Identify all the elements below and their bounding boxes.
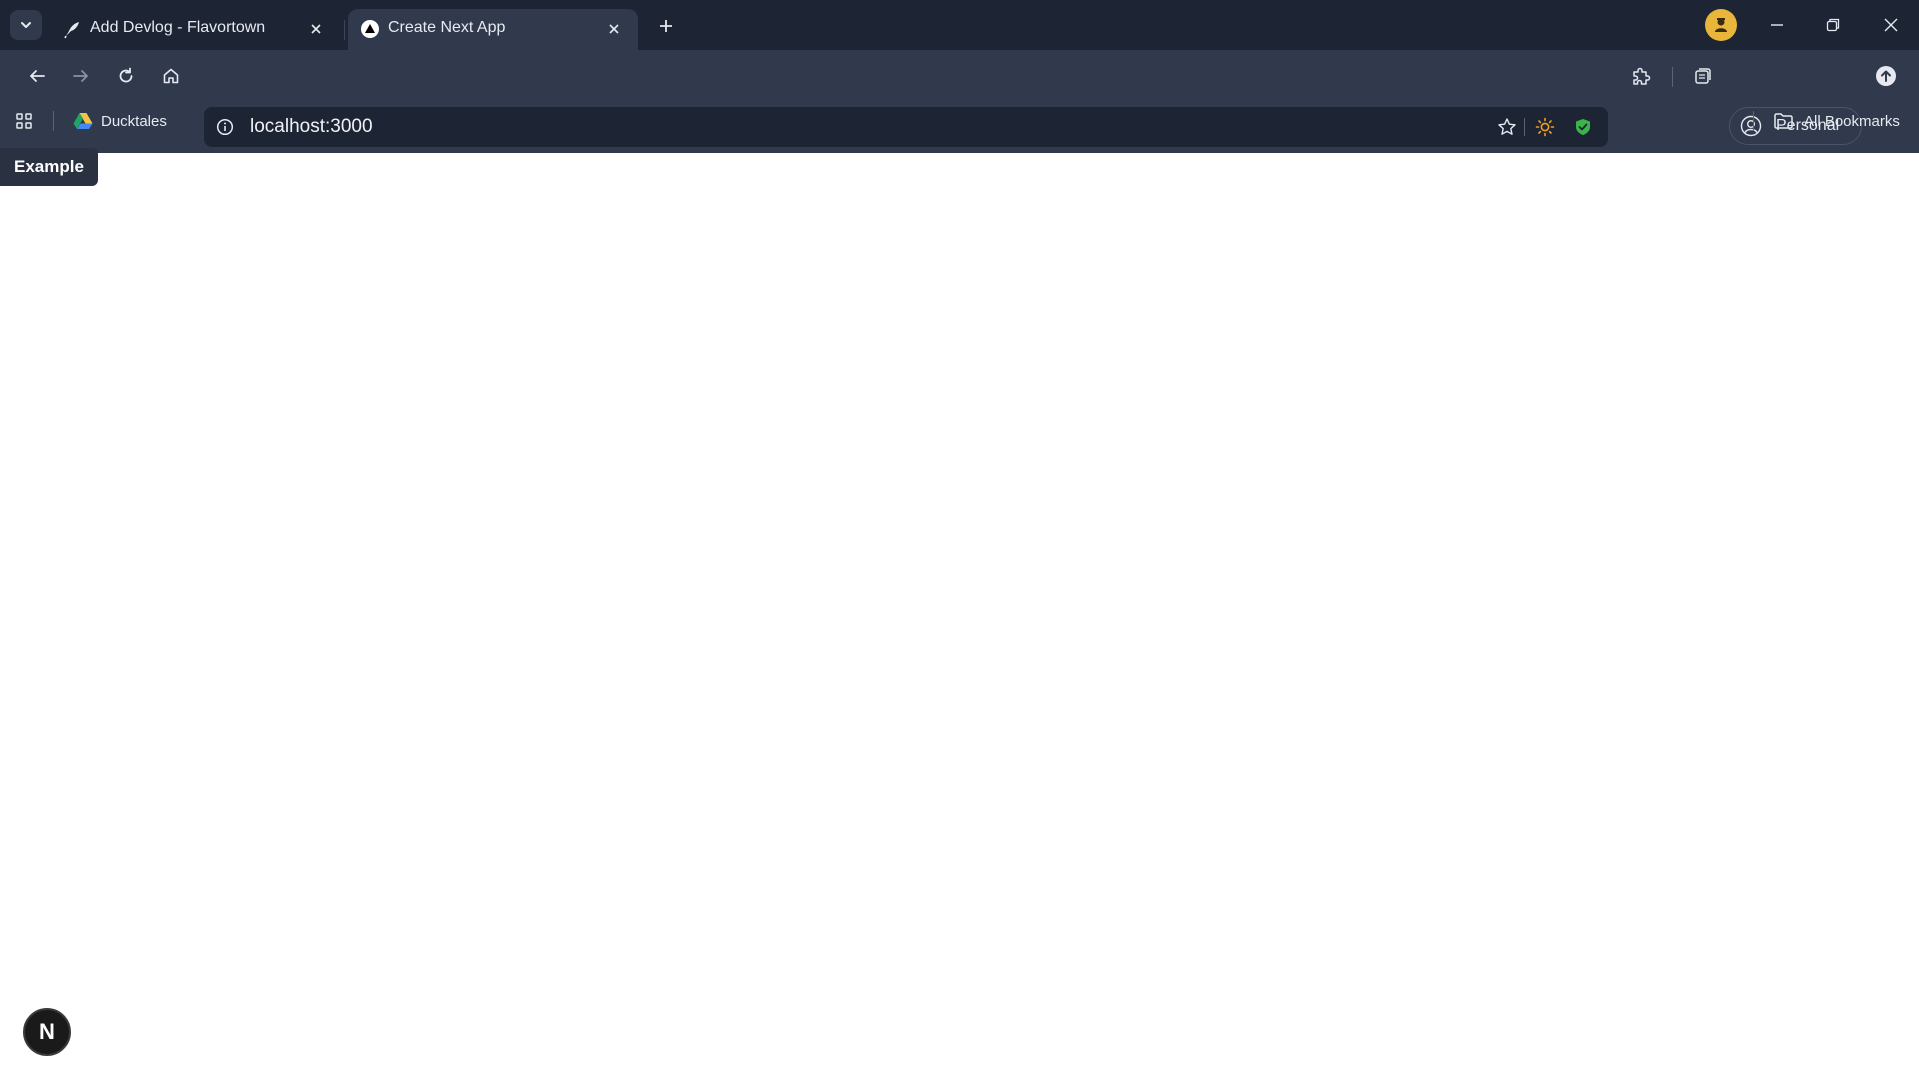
window-close-icon — [1884, 18, 1898, 32]
apps-button[interactable] — [10, 108, 38, 134]
back-icon — [28, 67, 46, 85]
close-tab-button[interactable] — [304, 17, 328, 41]
avatar-icon — [1711, 15, 1731, 35]
tab-add-devlog[interactable]: Add Devlog - Flavortown — [50, 9, 340, 50]
restore-icon — [1826, 18, 1840, 32]
close-window-button[interactable] — [1876, 10, 1906, 40]
next-logo-icon — [360, 19, 380, 39]
star-icon — [1497, 117, 1517, 137]
site-info-button[interactable] — [214, 116, 236, 138]
plus-icon — [658, 18, 674, 34]
folder-icon — [1773, 112, 1794, 130]
new-tab-button[interactable] — [652, 12, 680, 40]
omnibox-divider — [1524, 118, 1525, 136]
shield-icon — [1573, 117, 1593, 137]
reload-button[interactable] — [111, 61, 141, 91]
info-icon — [216, 118, 234, 136]
apps-icon — [15, 112, 33, 130]
close-tab-button[interactable] — [602, 17, 626, 41]
tab-strip: Add Devlog - Flavortown Create Next App — [0, 0, 1919, 50]
bookmarks-divider — [53, 111, 54, 131]
all-bookmarks-label: All Bookmarks — [1804, 112, 1900, 130]
tab-separator — [344, 20, 345, 40]
forward-button[interactable] — [66, 61, 96, 91]
forward-icon — [72, 67, 90, 85]
tab-title: Create Next App — [388, 19, 506, 36]
sun-icon — [1535, 117, 1555, 137]
theme-extension-button[interactable] — [1532, 115, 1558, 139]
back-button[interactable] — [22, 61, 52, 91]
bookmark-label: Ducktales — [101, 112, 167, 130]
example-badge[interactable]: Example — [0, 148, 98, 186]
minimize-icon — [1770, 18, 1784, 32]
avatar-button[interactable] — [1705, 9, 1737, 41]
address-bar[interactable]: localhost:3000 — [204, 107, 1608, 147]
bookmark-star-button[interactable] — [1494, 115, 1520, 139]
home-icon — [162, 67, 180, 85]
reload-icon — [117, 67, 135, 85]
toolbar-divider — [1672, 67, 1673, 87]
collections-icon — [1693, 66, 1713, 86]
downloads-button[interactable] — [1871, 61, 1901, 91]
nextjs-logo-icon: N — [39, 1019, 55, 1045]
nextjs-dev-indicator[interactable]: N — [23, 1008, 71, 1056]
all-bookmarks-button[interactable]: All Bookmarks — [1773, 109, 1900, 133]
tab-create-next-app[interactable]: Create Next App — [348, 9, 638, 50]
tab-title: Add Devlog - Flavortown — [90, 19, 266, 36]
dev-indicator-letter: N — [39, 1019, 55, 1044]
minimize-button[interactable] — [1762, 10, 1792, 40]
collections-button[interactable] — [1688, 61, 1718, 91]
chevron-down-icon — [19, 18, 33, 32]
extensions-icon — [1630, 65, 1652, 87]
security-extension-button[interactable] — [1570, 115, 1596, 139]
quill-icon — [62, 19, 82, 39]
tab-search-button[interactable] — [10, 10, 42, 40]
bookmark-ducktales[interactable]: Ducktales — [73, 109, 167, 133]
browser-toolbar: localhost:3000 Personal Ducktales All Bo… — [0, 50, 1919, 153]
all-bookmarks-divider — [1753, 111, 1754, 131]
url-text[interactable]: localhost:3000 — [250, 116, 373, 138]
downloads-icon — [1875, 65, 1897, 87]
example-badge-label: Example — [14, 157, 84, 176]
restore-button[interactable] — [1818, 10, 1848, 40]
drive-icon — [73, 112, 93, 130]
profile-icon — [1740, 115, 1762, 142]
home-button[interactable] — [156, 61, 186, 91]
extensions-button[interactable] — [1625, 60, 1657, 92]
